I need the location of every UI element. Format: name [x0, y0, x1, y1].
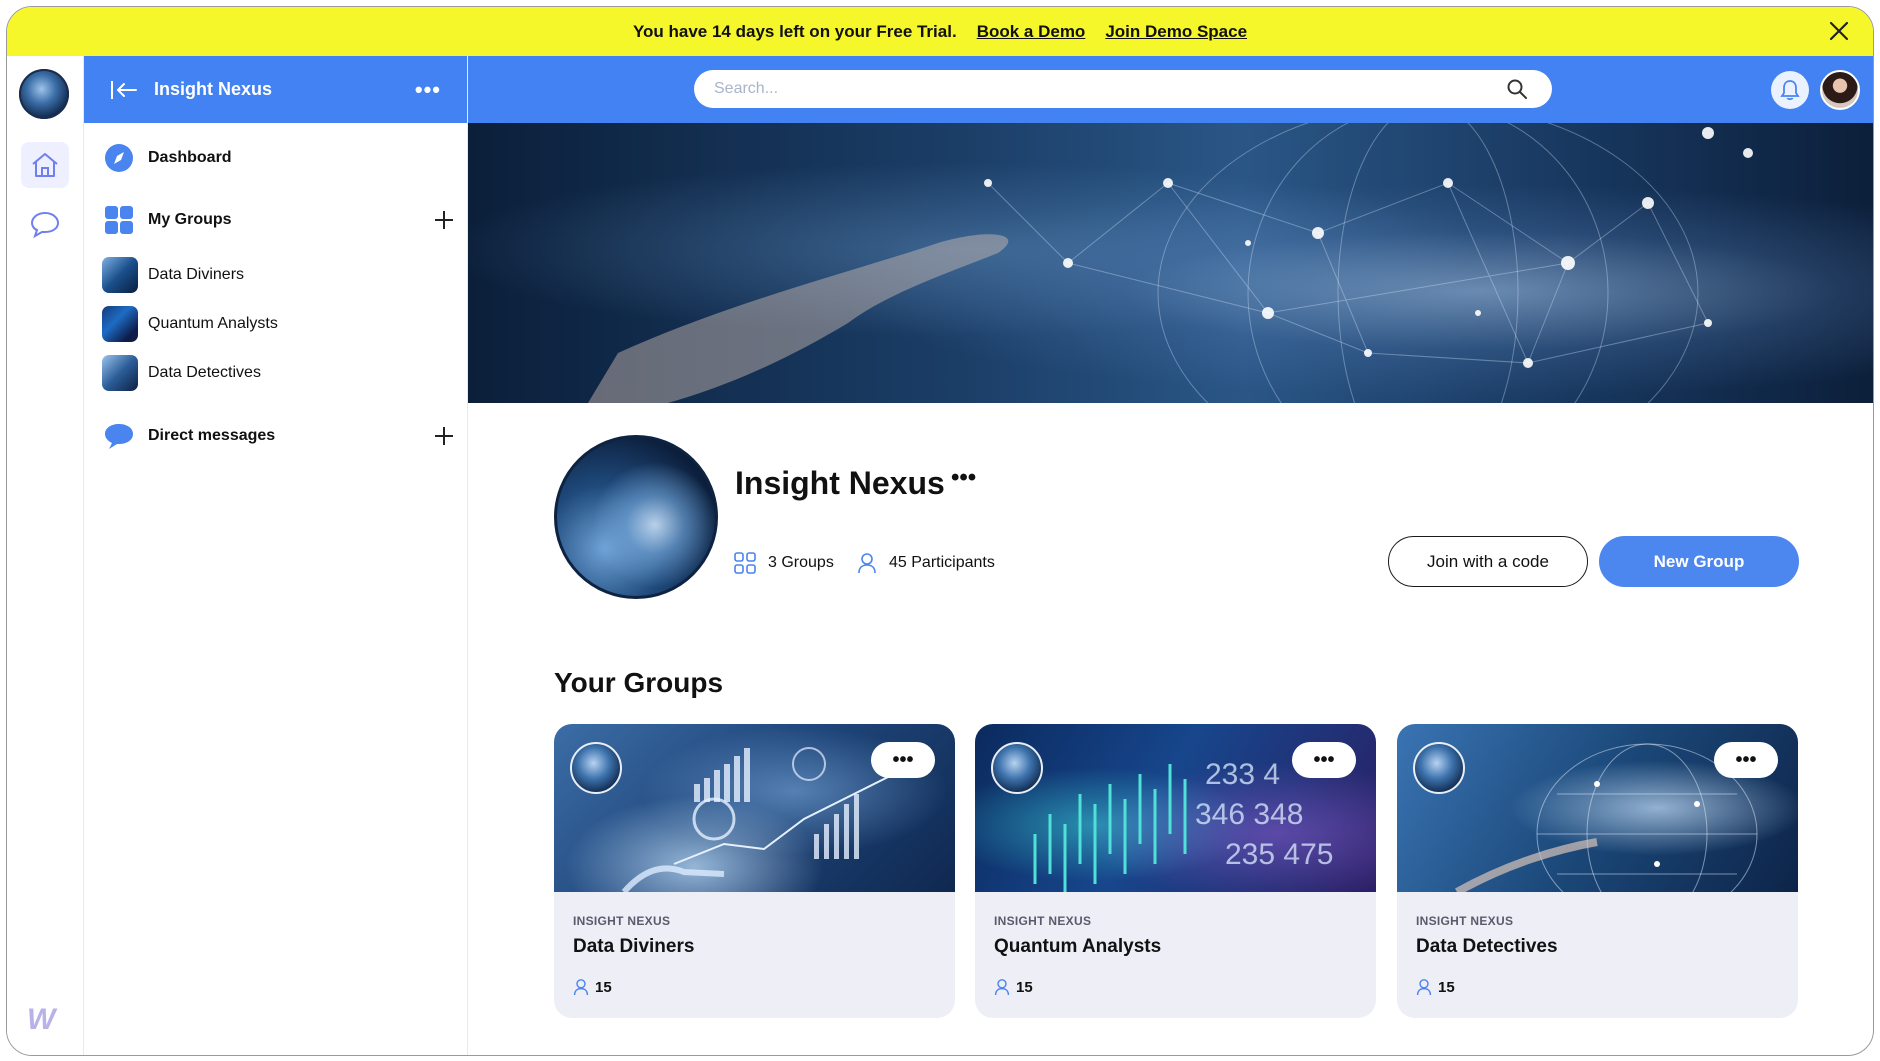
sidebar-item-my-groups[interactable]: My Groups [102, 203, 453, 237]
group-card-more-button[interactable]: ••• [1292, 742, 1356, 778]
groups-stat: 3 Groups [734, 552, 834, 574]
sidebar-group-data-detectives[interactable]: Data Detectives [102, 355, 261, 391]
top-bar [468, 56, 1873, 123]
community-more-button[interactable]: ••• [951, 464, 976, 492]
chat-button[interactable] [25, 206, 65, 242]
message-bubble-icon [102, 419, 136, 453]
sidebar-item-label: My Groups [148, 211, 232, 228]
user-avatar[interactable] [1820, 70, 1860, 110]
group-card-name: Data Diviners [573, 936, 695, 957]
group-thumbnail [102, 306, 138, 342]
left-rail: W [7, 56, 84, 1055]
bell-icon [1780, 80, 1800, 101]
svg-text:235 475: 235 475 [1225, 838, 1333, 871]
person-icon [994, 979, 1010, 996]
participants-count: 45 Participants [889, 554, 995, 571]
sidebar-group-quantum-analysts[interactable]: Quantum Analysts [102, 306, 278, 342]
group-card-members: 15 [994, 978, 1033, 996]
group-card-kicker: INSIGHT NEXUS [1416, 914, 1514, 928]
groups-grid-icon [734, 552, 756, 574]
close-icon[interactable] [1827, 19, 1851, 43]
workspace-avatar[interactable] [19, 69, 69, 119]
sidebar-item-direct-messages[interactable]: Direct messages [102, 419, 453, 453]
group-card-members: 15 [1416, 978, 1455, 996]
person-icon [858, 553, 876, 574]
group-card-kicker: INSIGHT NEXUS [573, 914, 671, 928]
sidebar-header: Insight Nexus ••• [84, 56, 467, 123]
brand-logo: W [27, 1003, 55, 1036]
group-thumbnail [102, 257, 138, 293]
group-card-members: 15 [573, 978, 612, 996]
home-button[interactable] [21, 142, 69, 188]
group-card-data-detectives[interactable]: ••• INSIGHT NEXUS Data Detectives 15 [1397, 724, 1798, 1018]
participants-stat: 45 Participants [857, 552, 995, 574]
sidebar-more-button[interactable]: ••• [415, 77, 441, 103]
sidebar-item-label: Data Detectives [148, 364, 261, 381]
back-arrow-icon[interactable] [110, 79, 140, 101]
groups-count: 3 Groups [768, 554, 834, 571]
network-globe-graphic [588, 123, 1753, 403]
hero-banner [468, 123, 1873, 403]
your-groups-heading: Your Groups [554, 667, 724, 698]
member-count: 15 [595, 978, 612, 996]
group-card-data-diviners[interactable]: ••• INSIGHT NEXUS Data Diviners 15 [554, 724, 955, 1018]
group-card-more-button[interactable]: ••• [1714, 742, 1778, 778]
group-thumbnail [102, 355, 138, 391]
search-input[interactable] [694, 70, 1552, 108]
group-avatar [570, 742, 622, 794]
person-icon [573, 979, 589, 996]
sidebar-item-label: Dashboard [148, 149, 232, 166]
add-group-plus-icon[interactable] [432, 208, 456, 232]
sidebar-title: Insight Nexus [154, 79, 273, 99]
group-card-kicker: INSIGHT NEXUS [994, 914, 1092, 928]
app-window: You have 14 days left on your Free Trial… [6, 6, 1874, 1056]
group-avatar [1413, 742, 1465, 794]
group-card-name: Data Detectives [1416, 936, 1558, 957]
sidebar: Insight Nexus ••• Dashboard My Groups Da… [84, 56, 468, 1055]
compass-icon [102, 141, 136, 175]
community-name: Insight Nexus [735, 465, 945, 501]
member-count: 15 [1016, 978, 1033, 996]
svg-text:346 348: 346 348 [1195, 798, 1303, 831]
member-count: 15 [1438, 978, 1455, 996]
trial-message: You have 14 days left on your Free Trial… [632, 21, 957, 41]
community-profile-image [554, 435, 718, 599]
trial-banner: You have 14 days left on your Free Trial… [7, 7, 1873, 56]
sidebar-item-label: Data Diviners [148, 266, 245, 283]
notifications-button[interactable] [1771, 71, 1809, 109]
home-icon [32, 153, 58, 177]
sidebar-item-label: Direct messages [148, 427, 276, 444]
add-message-plus-icon[interactable] [432, 424, 456, 448]
person-icon [1416, 979, 1432, 996]
book-demo-link[interactable]: Book a Demo [977, 22, 1086, 42]
group-avatar [991, 742, 1043, 794]
grid-icon [102, 203, 136, 237]
join-demo-space-link[interactable]: Join Demo Space [1105, 22, 1247, 42]
svg-text:233 4: 233 4 [1205, 758, 1280, 791]
group-card-name: Quantum Analysts [994, 936, 1162, 957]
group-card-more-button[interactable]: ••• [871, 742, 935, 778]
sidebar-item-label: Quantum Analysts [148, 315, 278, 332]
new-group-button[interactable]: New Group [1599, 536, 1799, 587]
chat-icon [30, 211, 60, 238]
join-with-code-button[interactable]: Join with a code [1388, 536, 1588, 587]
group-card-quantum-analysts[interactable]: 233 4 346 348 235 475 ••• INSIGHT NEXUS Qu… [975, 724, 1376, 1018]
search-icon[interactable] [1506, 78, 1528, 100]
sidebar-group-data-diviners[interactable]: Data Diviners [102, 257, 244, 293]
sidebar-item-dashboard[interactable]: Dashboard [102, 141, 232, 175]
